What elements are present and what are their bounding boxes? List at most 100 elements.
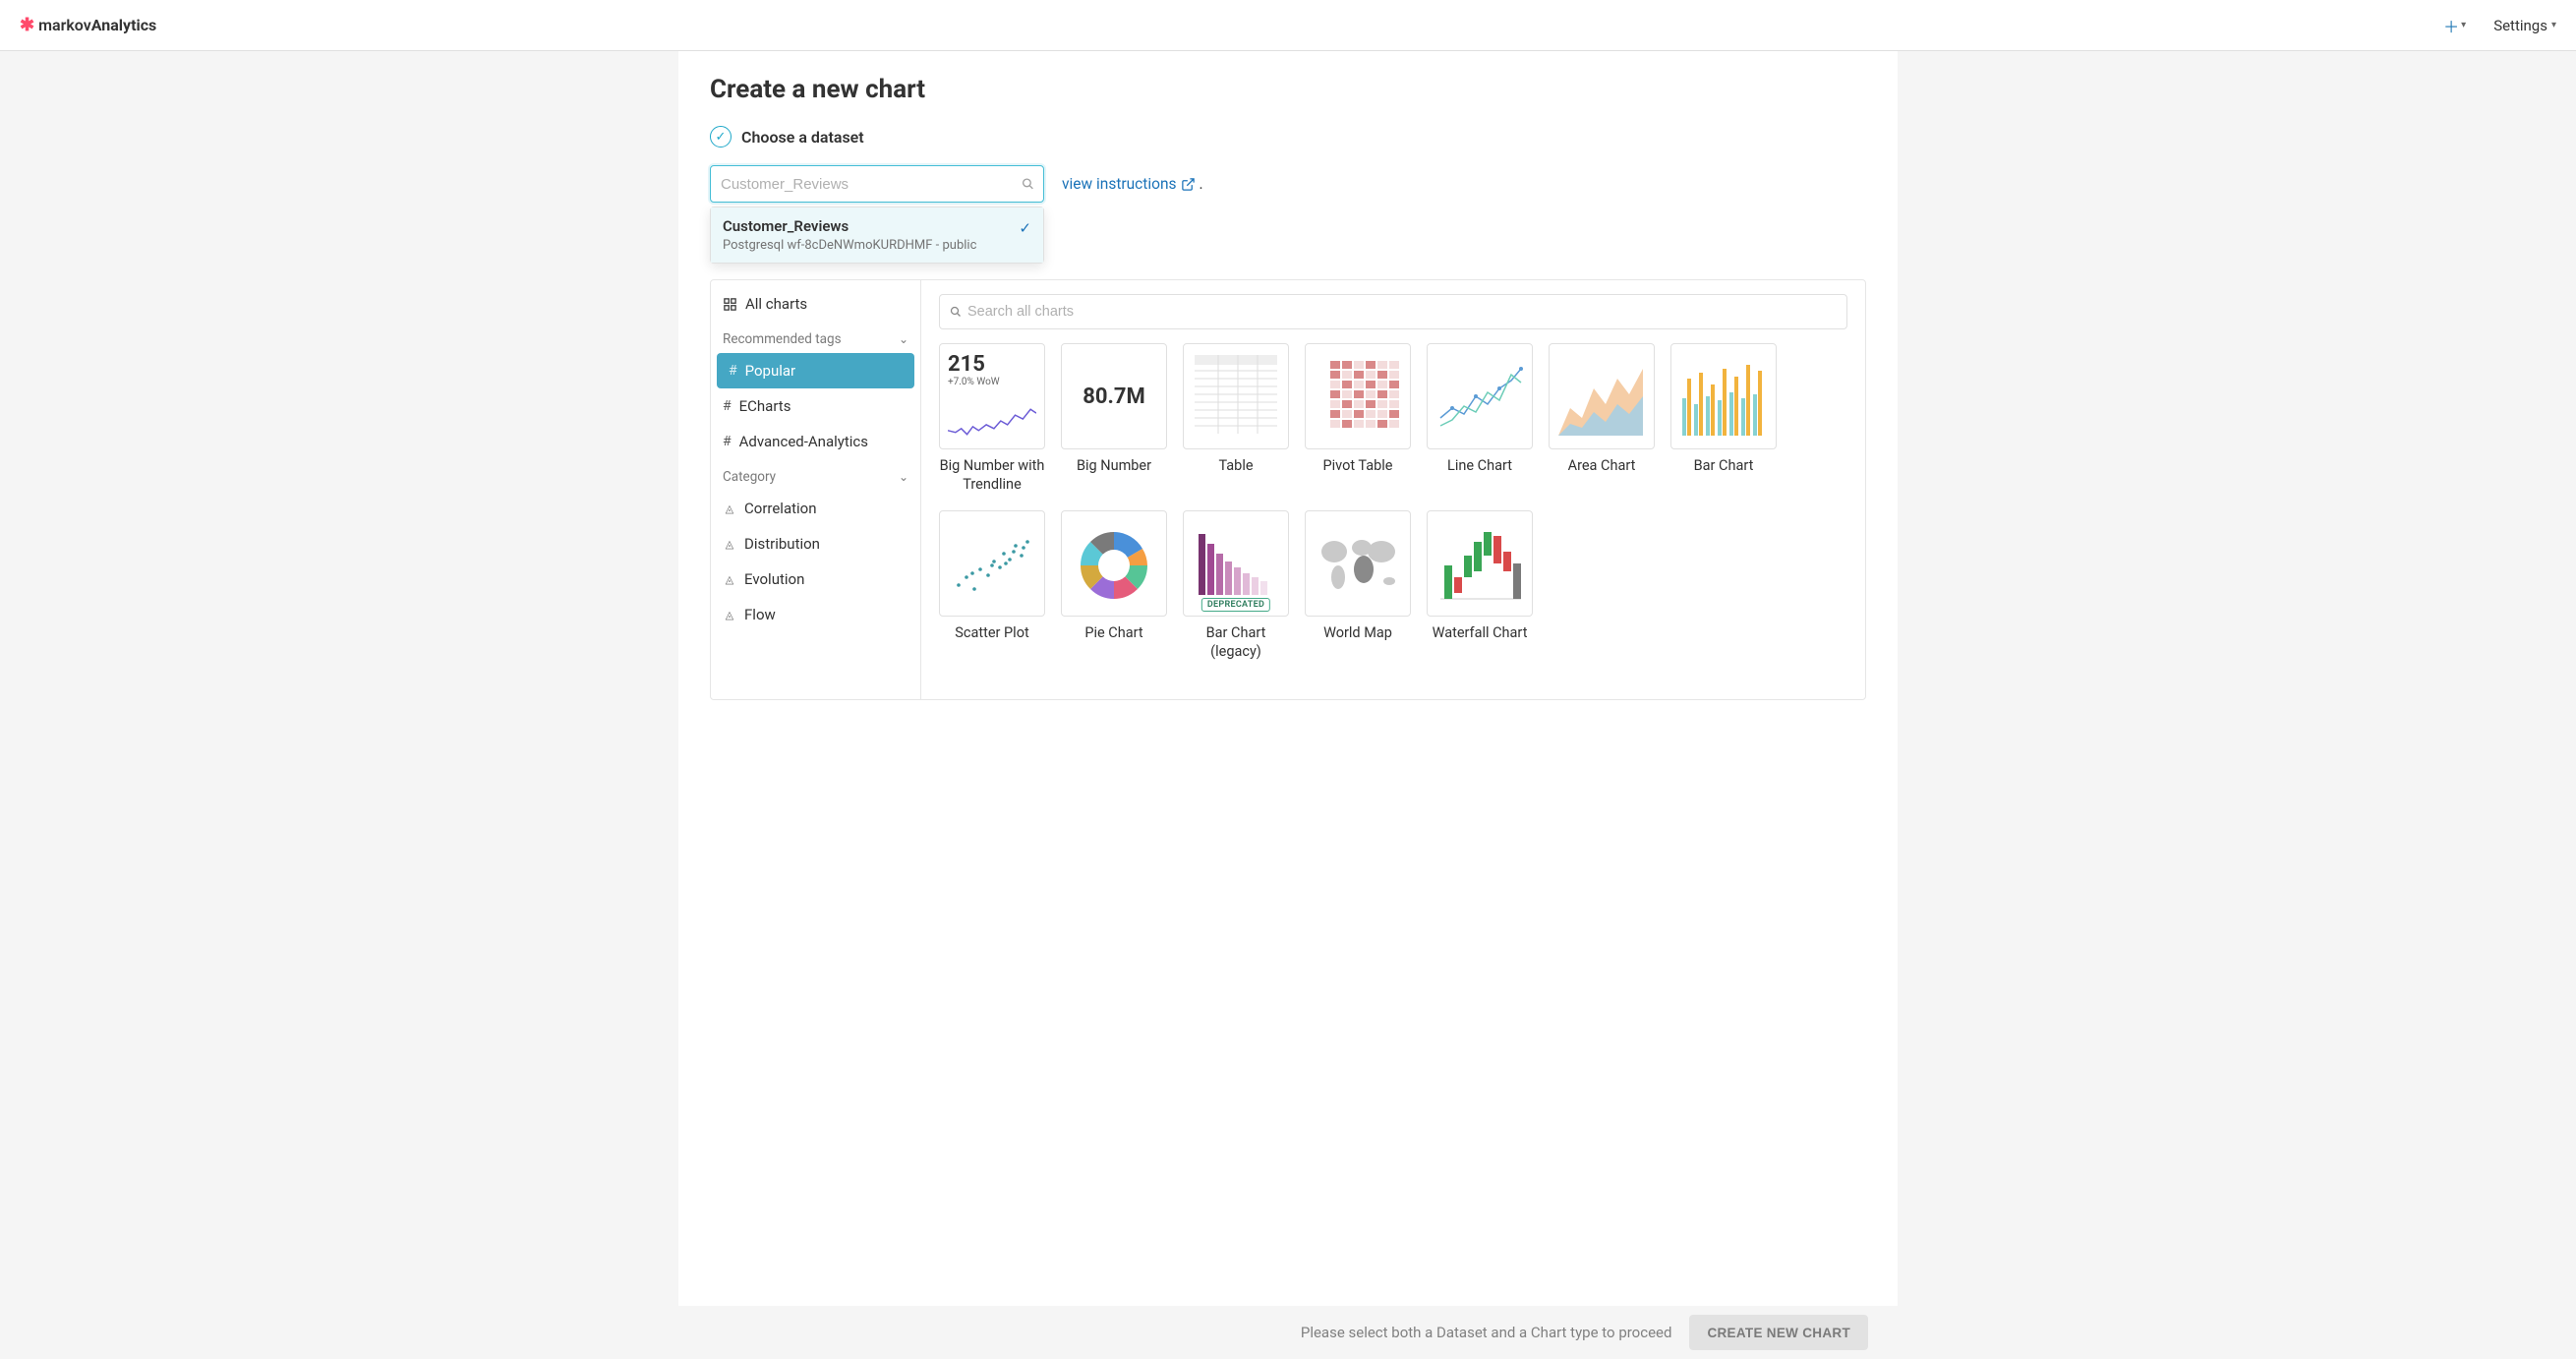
chart-card-bar[interactable]: Bar Chart — [1670, 343, 1777, 495]
settings-menu[interactable]: Settings ▾ — [2493, 17, 2556, 34]
chart-card-big-number-trendline[interactable]: 215 +7.0% WoW Big Number with Trendline — [939, 343, 1045, 495]
hash-icon: # — [723, 398, 732, 414]
period: . — [1200, 175, 1203, 193]
step-label: Choose a dataset — [741, 128, 864, 147]
chevron-down-icon: ⌄ — [899, 470, 908, 484]
search-icon — [950, 306, 962, 318]
app-header: ✱ markovAnalytics ＋ ▾ Settings ▾ — [0, 0, 2576, 51]
caret-down-icon: ▾ — [2461, 20, 2466, 30]
footer-bar: Please select both a Dataset and a Chart… — [678, 1306, 1898, 1359]
thumb — [1305, 343, 1411, 449]
dataset-option-name: Customer_Reviews — [723, 217, 976, 235]
new-menu[interactable]: ＋ ▾ — [2443, 14, 2466, 37]
thumb — [1183, 343, 1289, 449]
view-instructions-link[interactable]: view instructions . — [1062, 175, 1203, 193]
thumb — [1061, 510, 1167, 617]
section-label: Recommended tags — [723, 331, 842, 347]
sidebar-cat-flow[interactable]: ◬ Flow — [711, 597, 920, 632]
sidebar-cat-correlation[interactable]: ◬ Correlation — [711, 491, 920, 526]
label: Distribution — [744, 535, 820, 553]
chart-card-pivot-table[interactable]: Pivot Table — [1305, 343, 1411, 495]
sidebar-tag-popular[interactable]: # Popular — [717, 353, 914, 388]
label: Popular — [745, 362, 796, 380]
thumb: 215 +7.0% WoW — [939, 343, 1045, 449]
chevron-down-icon: ⌄ — [899, 332, 908, 346]
thumb — [1670, 343, 1777, 449]
dataset-option[interactable]: Customer_Reviews Postgresql wf-8cDeNWmoK… — [711, 207, 1043, 263]
label: Correlation — [744, 500, 817, 517]
create-chart-button[interactable]: CREATE NEW CHART — [1689, 1315, 1868, 1350]
gallery-search[interactable] — [939, 294, 1847, 329]
hash-icon: # — [729, 363, 737, 379]
footer-hint: Please select both a Dataset and a Chart… — [1301, 1324, 1672, 1341]
brand-prefix: markov — [38, 16, 91, 34]
chart-type-area: All charts Recommended tags ⌄ # Popular … — [710, 279, 1866, 700]
hash-icon: # — [723, 434, 732, 449]
logo-icon: ✱ — [20, 15, 34, 35]
sidebar-section-recommended[interactable]: Recommended tags ⌄ — [711, 322, 920, 353]
page-container: Create a new chart ✓ Choose a dataset Cu… — [678, 51, 1898, 1306]
sidebar-cat-distribution[interactable]: ◬ Distribution — [711, 526, 920, 561]
category-icon: ◬ — [723, 502, 736, 515]
label: All charts — [745, 295, 807, 313]
thumb: 80.7M — [1061, 343, 1167, 449]
deprecated-badge: DEPRECATED — [1201, 598, 1270, 612]
card-label: Line Chart — [1447, 457, 1512, 476]
thumb-bignum-delta: +7.0% WoW — [948, 377, 1036, 387]
dataset-row: Customer_Reviews Postgresql wf-8cDeNWmoK… — [710, 165, 1866, 203]
thumb — [1427, 510, 1533, 617]
brand-suffix: Analytics — [91, 16, 157, 34]
caret-down-icon: ▾ — [2551, 20, 2556, 30]
card-label: Big Number with Trendline — [939, 457, 1045, 495]
category-icon: ◬ — [723, 572, 736, 586]
page-title: Create a new chart — [710, 75, 1866, 104]
chart-card-scatter[interactable]: Scatter Plot — [939, 510, 1045, 662]
brand-logo[interactable]: ✱ markovAnalytics — [20, 15, 156, 35]
card-label: Table — [1218, 457, 1253, 476]
check-icon: ✓ — [1019, 219, 1031, 237]
category-icon: ◬ — [723, 537, 736, 551]
section-label: Category — [723, 469, 776, 485]
label: Advanced-Analytics — [739, 433, 868, 450]
thumb-bignum2-value: 80.7M — [1083, 384, 1145, 409]
chart-gallery: 215 +7.0% WoW Big Number with Trendline … — [921, 280, 1865, 699]
card-label: Big Number — [1077, 457, 1151, 476]
card-label: Scatter Plot — [955, 624, 1028, 643]
external-link-icon — [1181, 177, 1196, 192]
card-label: Waterfall Chart — [1433, 624, 1528, 643]
thumb — [939, 510, 1045, 617]
chart-card-table[interactable]: Table — [1183, 343, 1289, 495]
label: ECharts — [739, 397, 791, 415]
gallery-grid: 215 +7.0% WoW Big Number with Trendline … — [939, 343, 1847, 661]
grid-icon — [723, 297, 737, 312]
chart-card-bar-legacy[interactable]: DEPRECATED Bar Chart (legacy) — [1183, 510, 1289, 662]
settings-label: Settings — [2493, 17, 2547, 34]
sidebar-section-category[interactable]: Category ⌄ — [711, 459, 920, 491]
sidebar-tag-advanced[interactable]: # Advanced-Analytics — [711, 424, 920, 459]
thumb — [1305, 510, 1411, 617]
thumb — [1549, 343, 1655, 449]
chart-card-pie[interactable]: Pie Chart — [1061, 510, 1167, 662]
sidebar-tag-echarts[interactable]: # ECharts — [711, 388, 920, 424]
sidebar-cat-evolution[interactable]: ◬ Evolution — [711, 561, 920, 597]
card-label: World Map — [1323, 624, 1392, 643]
chart-sidebar: All charts Recommended tags ⌄ # Popular … — [711, 280, 921, 699]
dataset-select: Customer_Reviews Postgresql wf-8cDeNWmoK… — [710, 165, 1044, 203]
dataset-dropdown: Customer_Reviews Postgresql wf-8cDeNWmoK… — [710, 207, 1044, 264]
chart-card-area[interactable]: Area Chart — [1549, 343, 1655, 495]
card-label: Pivot Table — [1322, 457, 1392, 476]
step-choose-dataset: ✓ Choose a dataset — [710, 126, 1866, 148]
thumb — [1427, 343, 1533, 449]
chart-card-big-number[interactable]: 80.7M Big Number — [1061, 343, 1167, 495]
gallery-search-input[interactable] — [967, 304, 1837, 320]
chart-card-line[interactable]: Line Chart — [1427, 343, 1533, 495]
dataset-input[interactable] — [710, 165, 1044, 203]
category-icon: ◬ — [723, 608, 736, 621]
card-label: Area Chart — [1568, 457, 1636, 476]
chart-card-waterfall[interactable]: Waterfall Chart — [1427, 510, 1533, 662]
card-label: Pie Chart — [1084, 624, 1142, 643]
dataset-option-sub: Postgresql wf-8cDeNWmoKURDHMF - public — [723, 238, 976, 253]
plus-icon: ＋ — [2443, 14, 2459, 37]
sidebar-all-charts[interactable]: All charts — [711, 286, 920, 322]
chart-card-world-map[interactable]: World Map — [1305, 510, 1411, 662]
